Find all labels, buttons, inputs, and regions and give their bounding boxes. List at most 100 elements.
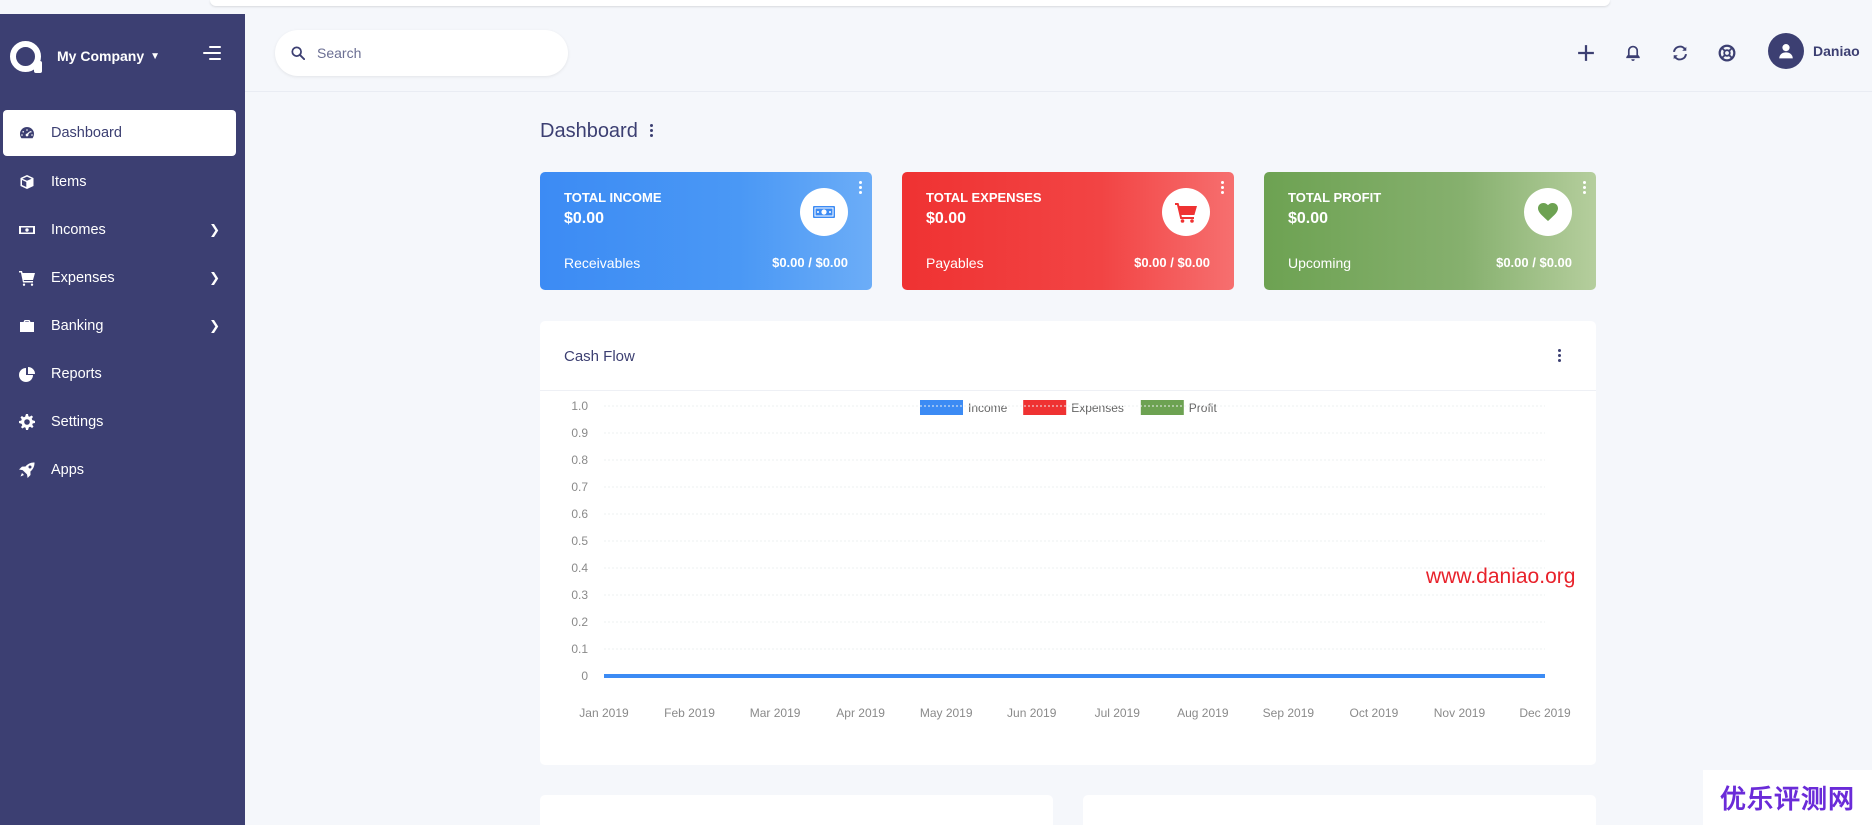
bottom-left-panel xyxy=(540,795,1053,825)
sidebar-item-dashboard[interactable]: Dashboard xyxy=(3,110,236,156)
menu-toggle-icon[interactable] xyxy=(203,46,221,64)
card-menu-icon[interactable] xyxy=(1583,181,1586,196)
x-tick-label: Jan 2019 xyxy=(579,706,629,720)
sidebar-item-label: Items xyxy=(51,173,87,190)
sidebar-item-reports[interactable]: Reports xyxy=(3,351,236,396)
search-input[interactable] xyxy=(317,45,537,61)
total-expenses-card[interactable]: TOTAL EXPENSES $0.00 Payables $0.00 / $0… xyxy=(902,172,1234,290)
search-icon xyxy=(291,46,305,60)
y-tick-label: 0.6 xyxy=(571,507,588,521)
chevron-right-icon: ❯ xyxy=(209,222,220,237)
legend-swatch xyxy=(1023,400,1067,415)
x-tick-label: Sep 2019 xyxy=(1263,706,1315,720)
sidebar: My Company ▼ Dashboard Items Incomes ❯ E… xyxy=(0,14,245,825)
briefcase-icon xyxy=(18,317,36,335)
x-tick-label: Jul 2019 xyxy=(1095,706,1141,720)
panel-title: Cash Flow xyxy=(564,348,635,365)
sidebar-item-expenses[interactable]: Expenses ❯ xyxy=(3,255,236,300)
company-switcher[interactable]: My Company ▼ xyxy=(10,38,160,74)
y-tick-label: 0.2 xyxy=(571,615,588,629)
gear-icon xyxy=(18,413,36,431)
sidebar-item-label: Apps xyxy=(51,461,85,478)
cash-flow-panel: Cash Flow Income Expenses Profit 1.0 0.9 0.8 0… xyxy=(540,321,1596,765)
sidebar-item-banking[interactable]: Banking ❯ xyxy=(3,303,236,348)
y-tick-label: 1.0 xyxy=(571,399,588,413)
card-sub-label[interactable]: Upcoming xyxy=(1288,255,1351,271)
caret-down-icon: ▼ xyxy=(150,50,161,62)
plus-icon[interactable] xyxy=(1575,42,1597,64)
watermark-text: www.daniao.org xyxy=(1426,565,1576,588)
chevron-right-icon: ❯ xyxy=(209,270,220,285)
panel-header: Cash Flow xyxy=(540,321,1596,391)
x-tick-label: Jun 2019 xyxy=(1007,706,1057,720)
sidebar-nav: Dashboard Items Incomes ❯ Expenses ❯ Ban… xyxy=(3,110,236,495)
sidebar-item-label: Expenses xyxy=(51,269,115,286)
dashboard-icon xyxy=(18,124,36,142)
card-sub-value: $0.00 / $0.00 xyxy=(772,255,848,270)
sidebar-item-label: Settings xyxy=(51,413,104,430)
cube-icon xyxy=(18,173,36,191)
pie-chart-icon xyxy=(18,365,36,383)
sidebar-item-label: Reports xyxy=(51,365,102,382)
corner-badge-text: 优乐评测网 xyxy=(1719,784,1855,814)
x-tick-label: Feb 2019 xyxy=(664,706,715,720)
y-tick-label: 0.3 xyxy=(571,588,588,602)
rocket-icon xyxy=(18,461,36,479)
x-tick-label: May 2019 xyxy=(920,706,973,720)
panel-menu-icon[interactable] xyxy=(1558,349,1561,364)
cart-icon xyxy=(18,269,36,287)
more-options-icon[interactable] xyxy=(649,124,654,139)
card-sub-value: $0.00 / $0.00 xyxy=(1496,255,1572,270)
browser-address-bar xyxy=(210,0,1610,6)
sidebar-item-label: Dashboard xyxy=(51,125,122,141)
sidebar-item-incomes[interactable]: Incomes ❯ xyxy=(3,207,236,252)
x-tick-label: Aug 2019 xyxy=(1177,706,1229,720)
bell-icon[interactable] xyxy=(1622,42,1644,64)
y-tick-label: 0.7 xyxy=(571,480,588,494)
y-tick-label: 0.1 xyxy=(571,642,588,656)
card-amount: $0.00 xyxy=(564,210,605,227)
chevron-right-icon: ❯ xyxy=(209,318,220,333)
x-tick-label: Mar 2019 xyxy=(750,706,801,720)
legend-swatch xyxy=(1140,400,1184,415)
card-amount: $0.00 xyxy=(1288,210,1329,227)
search-box[interactable] xyxy=(275,30,568,76)
company-name: My Company xyxy=(57,48,145,64)
help-icon[interactable] xyxy=(1716,42,1738,64)
total-profit-card[interactable]: TOTAL PROFIT $0.00 Upcoming $0.00 / $0.0… xyxy=(1264,172,1596,290)
money-bill-icon xyxy=(800,188,848,236)
shopping-cart-icon xyxy=(1162,188,1210,236)
card-sub-label[interactable]: Receivables xyxy=(564,255,640,271)
x-tick-label: Apr 2019 xyxy=(836,706,885,720)
page-title: Dashboard xyxy=(540,120,638,142)
bottom-right-panel xyxy=(1083,795,1596,825)
card-menu-icon[interactable] xyxy=(859,181,862,196)
x-tick-label: Dec 2019 xyxy=(1519,706,1571,720)
legend-swatch xyxy=(920,400,963,415)
card-label: TOTAL INCOME xyxy=(564,190,662,205)
sidebar-item-items[interactable]: Items xyxy=(3,159,236,204)
legend-label: Profit xyxy=(1189,401,1218,415)
sidebar-item-apps[interactable]: Apps xyxy=(3,447,236,492)
corner-watermark-badge: 优乐评测网 xyxy=(1703,770,1872,825)
heart-icon xyxy=(1524,188,1572,236)
total-income-card[interactable]: TOTAL INCOME $0.00 Receivables $0.00 / $… xyxy=(540,172,872,290)
money-icon xyxy=(18,221,36,239)
x-tick-label: Nov 2019 xyxy=(1434,706,1486,720)
x-tick-label: Oct 2019 xyxy=(1350,706,1399,720)
y-tick-label: 0.4 xyxy=(571,561,588,575)
card-label: TOTAL EXPENSES xyxy=(926,190,1042,205)
page-title-row: Dashboard xyxy=(540,120,654,143)
card-menu-icon[interactable] xyxy=(1221,181,1224,196)
card-amount: $0.00 xyxy=(926,210,967,227)
browser-top-strip xyxy=(0,0,1872,14)
sidebar-item-settings[interactable]: Settings xyxy=(3,399,236,444)
sidebar-item-label: Banking xyxy=(51,317,104,334)
user-avatar[interactable] xyxy=(1768,33,1804,69)
user-name[interactable]: Daniao xyxy=(1813,43,1860,59)
card-sub-label[interactable]: Payables xyxy=(926,255,984,271)
card-sub-value: $0.00 / $0.00 xyxy=(1134,255,1210,270)
app-logo xyxy=(10,40,42,73)
sidebar-item-label: Incomes xyxy=(51,221,106,238)
refresh-icon[interactable] xyxy=(1669,42,1691,64)
